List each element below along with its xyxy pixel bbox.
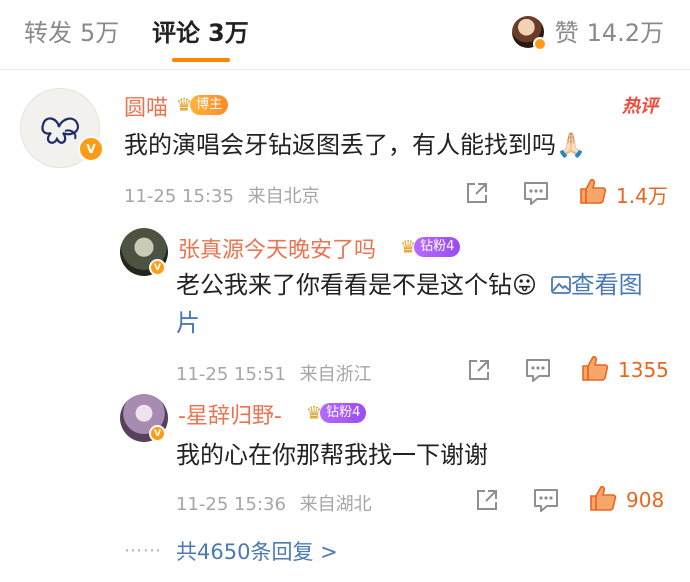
reply-username[interactable]: 张真源今天晚安了吗 <box>178 232 376 264</box>
praying-hands-emoji-icon: 🙏🏻 <box>556 131 586 159</box>
comment-text-content: 我的演唱会牙钻返图丢了，有人能找到吗 <box>124 131 556 159</box>
tab-repost-count: 5万 <box>80 19 120 47</box>
view-image-link-text-1: 查看 <box>570 271 619 299</box>
tab-likes-label: 赞 <box>554 19 579 47</box>
comment-icon[interactable] <box>532 487 560 513</box>
verified-icon <box>533 37 547 51</box>
badge-label: 钻粉4 <box>320 403 367 423</box>
share-icon[interactable] <box>474 487 500 513</box>
comment-text: 我的演唱会牙钻返图丢了，有人能找到吗🙏🏻 <box>124 126 644 164</box>
location: 来自浙江 <box>299 364 372 385</box>
active-tab-indicator <box>172 58 230 62</box>
tongue-emoji-icon: 😛 <box>512 271 538 299</box>
tab-comment-label: 评论 <box>152 19 200 47</box>
more-replies-link[interactable]: 共4650条回复 > <box>176 536 338 566</box>
like-icon[interactable] <box>588 483 618 513</box>
reply-text-content: 老公我来了你看看是不是这个钻 <box>176 271 512 299</box>
liker-avatar[interactable] <box>512 16 547 51</box>
location: 来自湖北 <box>299 494 372 515</box>
badge-label: 博主 <box>190 95 229 115</box>
reply-text: 我的心在你那帮我找一下谢谢 <box>176 441 488 469</box>
blogger-badge: ♛ 博主 <box>176 94 229 116</box>
reply-meta: 11-25 15:51 来自浙江 <box>176 360 372 386</box>
comment-meta: 11-25 15:35 来自北京 <box>124 182 320 208</box>
location: 来自北京 <box>247 186 320 207</box>
fan-badge: ♛ 钻粉4 <box>400 236 461 258</box>
reply-divider-dots: ⋯⋯ <box>124 540 162 561</box>
badge-label: 钻粉4 <box>414 237 461 257</box>
fan-badge: ♛ 钻粉4 <box>306 402 367 424</box>
tab-comment-count: 3万 <box>208 19 249 47</box>
verified-badge-icon: V <box>78 136 104 162</box>
tab-bar: 转发 5万 评论 3万 赞 14.2万 <box>0 0 690 70</box>
verified-badge-icon: V <box>149 425 166 442</box>
tab-likes[interactable]: 赞 14.2万 <box>555 16 664 50</box>
comment-icon[interactable] <box>524 357 552 383</box>
like-icon[interactable] <box>580 353 610 383</box>
reply-meta: 11-25 15:36 来自湖北 <box>176 490 372 516</box>
image-icon <box>550 276 571 294</box>
tab-repost[interactable]: 转发 5万 <box>24 16 119 50</box>
tab-repost-label: 转发 <box>24 19 72 47</box>
reply-text: 老公我来了你看看是不是这个钻😛 查看图片 <box>176 266 666 342</box>
tab-likes-count: 14.2万 <box>586 19 664 47</box>
comment-icon[interactable] <box>522 180 550 206</box>
timestamp: 11-25 15:51 <box>176 364 286 385</box>
like-icon[interactable] <box>578 176 608 206</box>
like-count: 1.4万 <box>616 184 668 208</box>
comment-username[interactable]: 圆喵 <box>124 90 168 122</box>
share-icon[interactable] <box>466 357 492 383</box>
like-count: 908 <box>626 488 665 512</box>
verified-badge-icon: V <box>149 259 166 276</box>
like-count: 1355 <box>618 358 669 382</box>
hot-comment-tag: 热评 <box>622 96 658 117</box>
tab-comment[interactable]: 评论 3万 <box>152 16 249 50</box>
share-icon[interactable] <box>464 180 490 206</box>
timestamp: 11-25 15:35 <box>124 186 234 207</box>
reply-username[interactable]: -星辞归野- <box>178 398 282 430</box>
timestamp: 11-25 15:36 <box>176 494 286 515</box>
